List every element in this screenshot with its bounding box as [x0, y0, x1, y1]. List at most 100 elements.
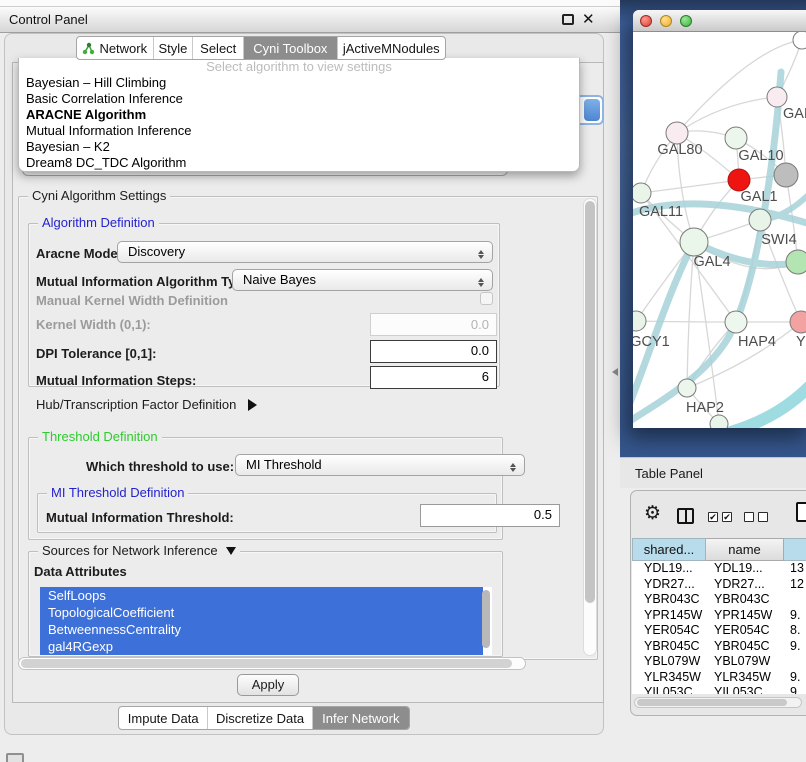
checkbox-checked-icon[interactable]: ✔	[708, 512, 718, 522]
table-row[interactable]: YLR345WYLR345W9.	[632, 670, 806, 686]
node-gcy1[interactable]	[633, 311, 646, 331]
node-label: HAP2	[686, 400, 724, 416]
node-label: GAL10	[738, 148, 783, 164]
close-icon[interactable]: ✕	[582, 9, 595, 31]
mi-type-label: Mutual Information Algorithm Type:	[36, 274, 255, 289]
tab-impute-data[interactable]: Impute Data	[119, 707, 207, 729]
table-header: shared... name	[632, 538, 806, 561]
tab-select[interactable]: Select	[192, 37, 243, 59]
node-gal4[interactable]	[680, 228, 708, 256]
mac-zoom-icon[interactable]	[680, 15, 692, 27]
dropdown-item[interactable]: Mutual Information Inference	[19, 123, 579, 139]
network-canvas[interactable]: GAL80 GAL10 GAL1 GAL11 SWI4 GAL4 GCY1 HA…	[633, 32, 806, 428]
table-hscroll-thumb[interactable]	[637, 699, 787, 706]
dropdown-item[interactable]: Dream8 DC_TDC Algorithm	[19, 155, 579, 171]
hscroll-thumb[interactable]	[21, 659, 512, 668]
tab-discretize-data[interactable]: Discretize Data	[207, 707, 311, 729]
node-hap2[interactable]	[678, 379, 696, 397]
control-panel-tabbar: Network Style Select Cyni Toolbox jActiv…	[76, 36, 446, 60]
network-window-titlebar[interactable]	[633, 10, 806, 32]
column-header-partial[interactable]	[784, 538, 806, 561]
threshold-definition-title: Threshold Definition	[38, 429, 162, 444]
node-gal80[interactable]	[666, 122, 688, 144]
node-label: Y	[796, 334, 806, 350]
apply-button[interactable]: Apply	[237, 674, 299, 696]
document-icon[interactable]	[796, 502, 806, 522]
which-threshold-label: Which threshold to use:	[86, 459, 234, 474]
node-green-right[interactable]	[786, 250, 806, 274]
mi-threshold-title: MI Threshold Definition	[47, 485, 188, 500]
list-item[interactable]: TopologicalCoefficient	[40, 604, 483, 621]
nodes[interactable]	[633, 32, 806, 428]
kernel-width-input[interactable]: 0.0	[370, 313, 497, 336]
dropdown-item[interactable]: Bayesian – Hill Climbing	[19, 75, 579, 91]
column-header-name[interactable]: name	[706, 538, 784, 561]
tab-infer-network[interactable]: Infer Network	[312, 707, 409, 729]
node-label: GCY1	[633, 334, 670, 350]
node-label: GAL4	[693, 254, 730, 270]
table-row[interactable]: YDR27...YDR27...12	[632, 577, 806, 593]
table-row[interactable]: YBR043CYBR043C	[632, 592, 806, 608]
table-row[interactable]: YDL19...YDL19...13	[632, 561, 806, 577]
node-label: GAL80	[657, 142, 702, 158]
dropdown-item[interactable]: Basic Correlation Inference	[19, 91, 579, 107]
node-hap4[interactable]	[725, 311, 747, 333]
mi-threshold-input[interactable]: 0.5	[420, 504, 560, 527]
node-bottom[interactable]	[710, 415, 728, 428]
network-window[interactable]: GAL80 GAL10 GAL1 GAL11 SWI4 GAL4 GCY1 HA…	[633, 10, 806, 428]
tab-network[interactable]: Network	[77, 37, 153, 59]
manual-kernel-checkbox[interactable]	[480, 292, 493, 305]
mi-steps-input[interactable]: 6	[370, 366, 497, 389]
algorithm-dropdown-popup: Select algorithm to view settings Bayesi…	[18, 58, 580, 172]
table-horizontal-scrollbar[interactable]	[634, 697, 802, 708]
node-gal10[interactable]	[725, 127, 747, 149]
table-row[interactable]: YBL079WYBL079W	[632, 654, 806, 670]
mac-minimize-icon[interactable]	[660, 15, 672, 27]
gear-icon[interactable]: ⚙	[644, 504, 661, 523]
list-item[interactable]: BetweennessCentrality	[40, 621, 483, 638]
algorithm-definition-title: Algorithm Definition	[38, 215, 159, 230]
list-scrollbar-thumb[interactable]	[482, 590, 490, 648]
checkbox-checked-icon[interactable]: ✔	[722, 512, 732, 522]
dpi-tolerance-input[interactable]: 0.0	[370, 340, 497, 363]
node-gray[interactable]	[774, 163, 798, 187]
table-row[interactable]: YIL053CYIL053C9.	[632, 685, 806, 694]
dropdown-item-selected[interactable]: ARACNE Algorithm	[19, 107, 579, 123]
column-header-shared[interactable]: shared...	[632, 538, 706, 561]
table-row[interactable]: YPR145WYPR145W9.	[632, 608, 806, 624]
sources-title[interactable]: Sources for Network Inference	[38, 543, 240, 561]
dock-panel-icon[interactable]	[6, 753, 24, 762]
dropdown-item[interactable]: Bayesian – K2	[19, 139, 579, 155]
hub-definition-toggle[interactable]: Hub/Transcription Factor Definition	[36, 397, 263, 412]
window-top-strip	[0, 0, 620, 7]
tab-cyni-toolbox[interactable]: Cyni Toolbox	[243, 37, 336, 59]
panel-resize-handle[interactable]	[608, 368, 618, 376]
which-threshold-combo[interactable]: MI Threshold	[235, 454, 525, 476]
app-root: Control Panel ✕ Network Style Select Cyn…	[0, 0, 806, 762]
node-gal-top[interactable]	[767, 87, 787, 107]
table-row[interactable]: YER054CYER054C8.	[632, 623, 806, 639]
mac-close-icon[interactable]	[640, 15, 652, 27]
float-window-icon[interactable]	[562, 14, 574, 25]
tab-jactivemnodules[interactable]: jActiveMNodules	[337, 37, 445, 59]
list-item[interactable]: gal4RGexp	[40, 638, 483, 655]
node-gal1-red[interactable]	[728, 169, 750, 191]
column-layout-icon[interactable]	[677, 508, 694, 524]
table-row[interactable]: YBR045CYBR045C9.	[632, 639, 806, 655]
aracne-mode-combo[interactable]: Discovery	[117, 241, 493, 263]
node-swi4[interactable]	[749, 209, 771, 231]
network-icon	[82, 42, 95, 55]
spinner-highlight	[584, 99, 600, 121]
mi-type-combo[interactable]: Naive Bayes	[232, 269, 493, 291]
tab-style[interactable]: Style	[153, 37, 193, 59]
checkbox-unchecked-icon[interactable]	[744, 512, 754, 522]
vscroll-thumb[interactable]	[585, 201, 595, 603]
node-partial[interactable]	[793, 32, 806, 49]
list-item[interactable]: SelfLoops	[40, 587, 483, 604]
settings-vertical-scrollbar[interactable]	[583, 198, 597, 656]
settings-horizontal-scrollbar[interactable]	[18, 657, 526, 670]
checkbox-unchecked-icon[interactable]	[758, 512, 768, 522]
node-gal11[interactable]	[633, 183, 651, 203]
data-attributes-label: Data Attributes	[34, 564, 127, 579]
combo-arrows-icon	[477, 273, 485, 289]
